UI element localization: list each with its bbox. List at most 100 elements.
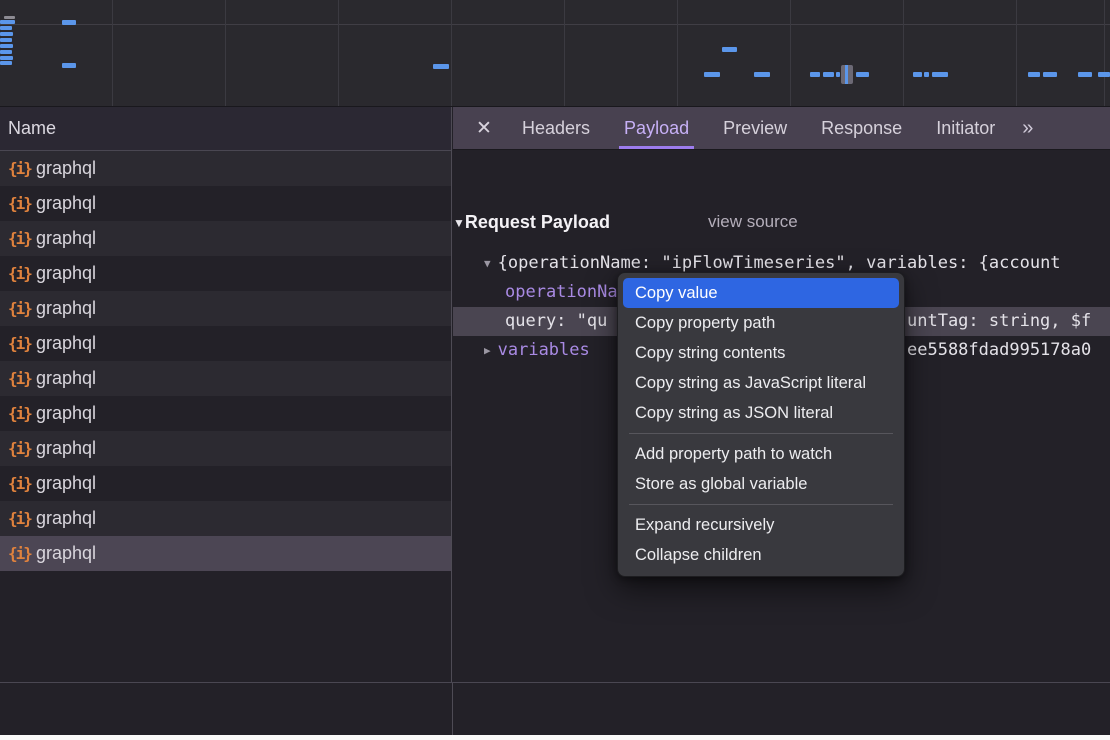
variables-text-right: ee5588fdad995178a0 <box>907 336 1091 365</box>
context-menu-item[interactable]: Store as global variable <box>623 469 899 499</box>
request-row[interactable]: {i}graphql <box>0 151 451 186</box>
name-column-header[interactable]: Name <box>0 107 451 151</box>
request-row[interactable]: {i}graphql <box>0 186 451 221</box>
json-icon: {i} <box>8 439 36 458</box>
request-name: graphql <box>36 438 96 459</box>
request-row[interactable]: {i}graphql <box>0 326 451 361</box>
context-menu-item[interactable]: Copy string as JSON literal <box>623 398 899 428</box>
request-timing-bar <box>1078 72 1092 77</box>
collapse-icon[interactable]: ▶ <box>484 336 491 365</box>
request-timing-bar <box>1043 72 1057 77</box>
request-row[interactable]: {i}graphql <box>0 361 451 396</box>
request-timing-bar <box>0 56 13 60</box>
request-name: graphql <box>36 508 96 529</box>
query-text-right: untTag: string, $f <box>907 307 1091 336</box>
context-menu-item[interactable]: Copy property path <box>623 308 899 338</box>
json-icon: {i} <box>8 404 36 423</box>
expand-icon[interactable]: ▼ <box>484 249 491 278</box>
context-menu-item[interactable]: Copy string contents <box>623 338 899 368</box>
timeline-gridline <box>564 0 565 106</box>
request-row[interactable]: {i}graphql <box>0 221 451 256</box>
request-name: graphql <box>36 368 96 389</box>
request-row[interactable]: {i}graphql <box>0 466 451 501</box>
request-row[interactable]: {i}graphql <box>0 291 451 326</box>
request-timing-bar <box>62 63 76 68</box>
request-name: graphql <box>36 298 96 319</box>
context-menu-item[interactable]: Copy value <box>623 278 899 308</box>
context-menu-separator <box>629 504 893 505</box>
timeline-gridline <box>1104 0 1105 106</box>
request-name: graphql <box>36 333 96 354</box>
request-rows: {i}graphql{i}graphql{i}graphql{i}graphql… <box>0 151 451 571</box>
network-overview-timeline[interactable] <box>0 0 1110 107</box>
request-row[interactable]: {i}graphql <box>0 431 451 466</box>
json-icon: {i} <box>8 509 36 528</box>
request-row[interactable]: {i}graphql <box>0 536 451 571</box>
query-text-left: query: "qu <box>505 311 607 331</box>
more-tabs-icon[interactable]: » <box>1022 117 1031 140</box>
request-timing-bar <box>704 72 720 77</box>
screenshot-edge <box>0 735 1110 740</box>
request-timing-bar <box>823 72 834 77</box>
view-source-link[interactable]: view source <box>708 207 798 237</box>
request-row[interactable]: {i}graphql <box>0 256 451 291</box>
timeline-gridline <box>338 0 339 106</box>
request-timing-bar <box>856 72 869 77</box>
request-name: graphql <box>36 473 96 494</box>
request-timing-bar <box>0 50 12 54</box>
request-timing-bar <box>810 72 820 77</box>
json-icon: {i} <box>8 194 36 213</box>
request-payload-section: ▼Request Payload view source <box>453 207 1110 237</box>
request-timing-bar <box>62 20 76 25</box>
section-disclosure-icon[interactable]: ▼ <box>453 208 465 238</box>
request-timing-bar <box>433 64 449 69</box>
request-timing-bar <box>0 20 15 24</box>
request-row[interactable]: {i}graphql <box>0 501 451 536</box>
tab-response[interactable]: Response <box>804 107 919 149</box>
json-icon: {i} <box>8 369 36 388</box>
context-menu-item[interactable]: Expand recursively <box>623 510 899 540</box>
request-timing-bar <box>754 72 770 77</box>
json-icon: {i} <box>8 334 36 353</box>
request-timing-bar <box>932 72 948 77</box>
request-name: graphql <box>36 158 96 179</box>
tab-initiator[interactable]: Initiator <box>919 107 1012 149</box>
timeline-gridline <box>790 0 791 106</box>
context-menu-item[interactable]: Copy string as JavaScript literal <box>623 368 899 398</box>
request-name: graphql <box>36 403 96 424</box>
timeline-gridline <box>451 0 452 106</box>
request-name: graphql <box>36 543 96 564</box>
json-icon: {i} <box>8 544 36 563</box>
context-menu-separator <box>629 433 893 434</box>
request-timing-bar <box>1098 72 1110 77</box>
tab-payload[interactable]: Payload <box>607 107 706 149</box>
name-column-label: Name <box>8 118 56 138</box>
request-timing-bar <box>0 38 12 42</box>
devtools-network-panel: Name {i}graphql{i}graphql{i}graphql{i}gr… <box>0 0 1110 740</box>
json-icon: {i} <box>8 159 36 178</box>
overview-lane-divider <box>0 24 1110 25</box>
detail-tabs: HeadersPayloadPreviewResponseInitiator <box>505 107 1012 149</box>
detail-tabbar: ✕ HeadersPayloadPreviewResponseInitiator… <box>453 107 1110 150</box>
timeline-gridline <box>677 0 678 106</box>
request-timing-bar <box>913 72 922 77</box>
context-menu-item[interactable]: Add property path to watch <box>623 439 899 469</box>
json-icon: {i} <box>8 474 36 493</box>
request-timing-bar <box>0 61 12 65</box>
json-icon: {i} <box>8 299 36 318</box>
request-timing-bar <box>1028 72 1040 77</box>
tab-preview[interactable]: Preview <box>706 107 804 149</box>
close-icon[interactable]: ✕ <box>469 117 499 140</box>
request-row[interactable]: {i}graphql <box>0 396 451 431</box>
json-icon: {i} <box>8 264 36 283</box>
request-timing-bar <box>836 72 840 77</box>
section-title: Request Payload <box>465 212 610 232</box>
json-icon: {i} <box>8 229 36 248</box>
request-name: graphql <box>36 228 96 249</box>
request-timing-bar <box>4 16 15 19</box>
payload-preview-text: {operationName: "ipFlowTimeseries", vari… <box>498 253 1061 273</box>
tab-headers[interactable]: Headers <box>505 107 607 149</box>
request-timing-bar <box>0 26 12 30</box>
selected-request-marker <box>841 65 853 84</box>
context-menu-item[interactable]: Collapse children <box>623 540 899 570</box>
